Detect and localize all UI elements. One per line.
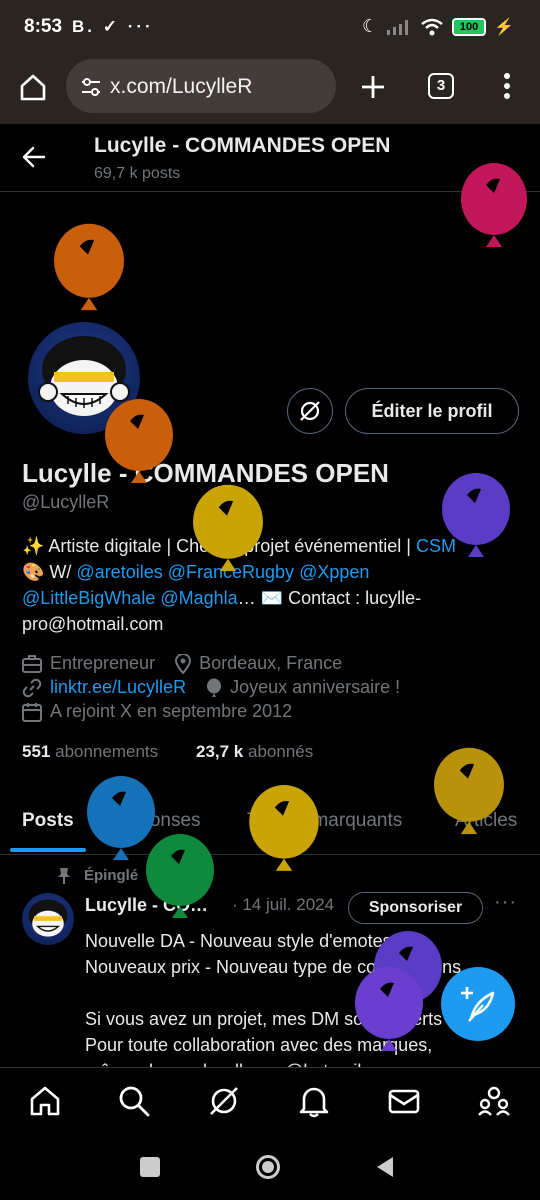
followers-label: abonnés bbox=[248, 742, 314, 761]
profile-job: Entrepreneur bbox=[50, 653, 156, 673]
grok-button[interactable] bbox=[287, 388, 333, 434]
arrow-left-icon[interactable] bbox=[22, 146, 46, 168]
profile-location: Bordeaux, France bbox=[199, 653, 343, 673]
menu-dots-icon[interactable] bbox=[503, 72, 511, 100]
link-icon bbox=[22, 678, 42, 697]
briefcase-icon bbox=[22, 654, 42, 673]
mention-link[interactable]: @Maghla bbox=[160, 588, 237, 608]
recents-button[interactable] bbox=[140, 1157, 160, 1177]
feather-plus-icon bbox=[461, 987, 495, 1022]
browser-toolbar: x.com/LucylleR 3 bbox=[0, 56, 540, 124]
grok-icon[interactable] bbox=[207, 1084, 241, 1118]
header-title: Lucylle - COMMANDES OPEN bbox=[94, 134, 391, 157]
search-icon[interactable] bbox=[117, 1084, 151, 1118]
compose-post-button[interactable] bbox=[441, 967, 515, 1041]
tweet-line: Nouvelle DA - Nouveau style d'emotes - bbox=[85, 931, 403, 951]
grok-icon bbox=[300, 401, 320, 421]
balloon-decoration bbox=[461, 163, 527, 247]
pin-icon bbox=[58, 868, 70, 884]
profile-handle: @LucylleR bbox=[22, 492, 110, 512]
balloon-decoration bbox=[434, 747, 504, 835]
balloon-decoration bbox=[105, 399, 173, 483]
profile-website-link[interactable]: linktr.ee/LucylleR bbox=[50, 677, 186, 698]
status-right-icons: ☾ 100 ⚡ bbox=[362, 16, 514, 37]
bio-line-3: @LittleBigWhale @Maghla… ✉️ Contact : lu… bbox=[22, 585, 522, 611]
pinned-label: Épinglé bbox=[84, 867, 139, 884]
profile-meta-row-1: Entrepreneur Bordeaux, France bbox=[22, 653, 342, 674]
edit-profile-button[interactable]: Éditer le profil bbox=[345, 388, 519, 434]
profile-birthday: Joyeux anniversaire ! bbox=[230, 677, 401, 697]
site-settings-icon[interactable] bbox=[80, 77, 102, 97]
calendar-icon bbox=[22, 702, 42, 722]
post-count: 69,7 k posts bbox=[94, 165, 181, 182]
back-triangle-icon[interactable] bbox=[375, 1156, 395, 1178]
balloon-decoration bbox=[193, 484, 263, 572]
following-link[interactable]: 551 abonnements bbox=[22, 742, 158, 762]
tab-posts[interactable]: Posts bbox=[22, 810, 74, 832]
url-bar[interactable]: x.com/LucylleR bbox=[66, 59, 336, 113]
moon-icon: ☾ bbox=[361, 16, 379, 36]
tweet-date[interactable]: · 14 juil. 2024 bbox=[232, 895, 334, 915]
battery-indicator: 100 bbox=[452, 17, 487, 36]
home-icon[interactable] bbox=[18, 72, 48, 102]
balloon-decoration bbox=[54, 223, 124, 311]
status-time: 8:53 bbox=[24, 16, 63, 37]
balloon-icon bbox=[207, 678, 222, 697]
followers-count: 23,7 k bbox=[196, 742, 244, 761]
mail-icon[interactable] bbox=[387, 1084, 421, 1118]
avatar-illustration bbox=[28, 899, 68, 937]
profile-header: Lucylle - COMMANDES OPEN 69,7 k posts bbox=[0, 124, 540, 192]
balloon-decoration bbox=[442, 473, 510, 557]
location-pin-icon bbox=[175, 653, 192, 674]
followers-link[interactable]: 23,7 k abonnés bbox=[196, 742, 313, 762]
bio-line-4: pro@hotmail.com bbox=[22, 614, 164, 634]
tab-switcher-button[interactable]: 3 bbox=[428, 73, 454, 99]
tweet-more-icon[interactable]: ··· bbox=[494, 891, 517, 914]
bio-text: … ✉️ Contact : lucylle- bbox=[237, 588, 422, 608]
profile-joined: A rejoint X en septembre 2012 bbox=[50, 701, 293, 721]
bell-icon[interactable] bbox=[297, 1084, 331, 1118]
bottom-navigation bbox=[0, 1067, 540, 1135]
balloon-decoration bbox=[249, 785, 319, 871]
mention-link[interactable]: @aretoiles bbox=[76, 562, 162, 582]
home-button[interactable] bbox=[256, 1155, 280, 1179]
following-label: abonnements bbox=[55, 742, 159, 761]
bio-text: 🎨 W/ bbox=[22, 562, 77, 582]
home-icon[interactable] bbox=[28, 1084, 62, 1118]
balloon-decoration bbox=[146, 834, 214, 918]
people-icon[interactable] bbox=[477, 1084, 511, 1118]
mention-link[interactable]: @Xppen bbox=[299, 562, 369, 582]
tweet-line: Nouveaux prix - Nouveau type de commissi… bbox=[85, 957, 462, 977]
profile-meta-row-3: A rejoint X en septembre 2012 bbox=[22, 701, 292, 722]
balloon-decoration bbox=[355, 967, 423, 1051]
signal-icon bbox=[387, 19, 409, 35]
wifi-icon bbox=[421, 18, 443, 35]
sponsor-button[interactable]: Sponsoriser bbox=[348, 892, 483, 924]
active-tab-indicator bbox=[10, 848, 86, 852]
status-bar: 8:53 B. ✓ ··· ☾ 100 ⚡ bbox=[0, 0, 540, 56]
mention-link[interactable]: @LittleBigWhale bbox=[22, 588, 155, 608]
tweet-line: Pour toute collaboration avec des marque… bbox=[85, 1035, 433, 1055]
status-notification-icons: B. ✓ ··· bbox=[72, 17, 154, 36]
profile-meta-row-2: linktr.ee/LucylleR Joyeux anniversaire ! bbox=[22, 677, 400, 698]
following-count: 551 bbox=[22, 742, 51, 761]
url-text[interactable]: x.com/LucylleR bbox=[110, 75, 252, 99]
new-tab-icon[interactable] bbox=[360, 74, 386, 100]
system-navigation bbox=[0, 1135, 540, 1200]
tweet-avatar[interactable] bbox=[22, 893, 74, 945]
bio-line-2: 🎨 W/ @aretoiles @FranceRugby @Xppen bbox=[22, 559, 522, 585]
charging-icon: ⚡ bbox=[494, 18, 514, 36]
